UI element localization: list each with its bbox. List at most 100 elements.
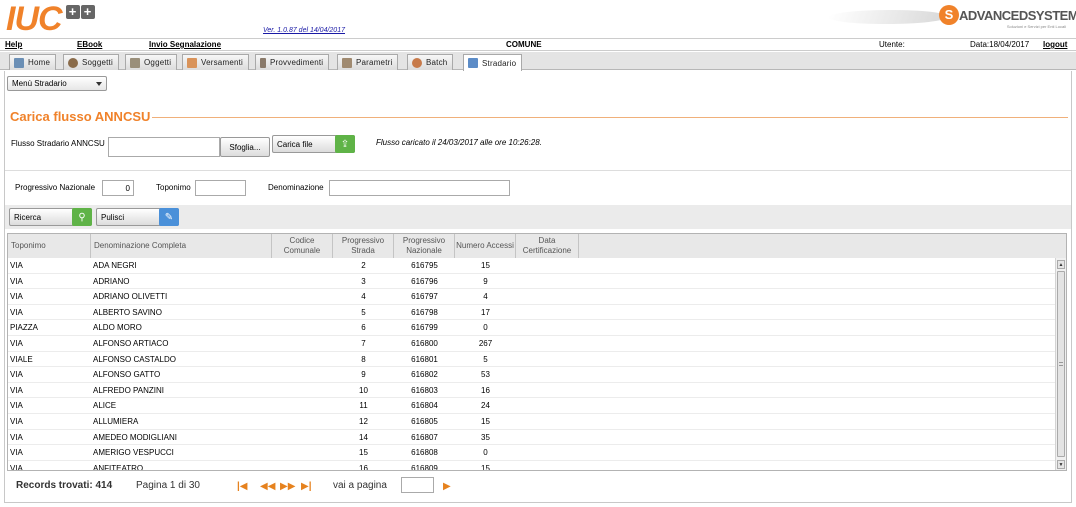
cell-progressivo-strada: 7 xyxy=(361,339,366,348)
tab-home[interactable]: Home xyxy=(9,54,57,70)
cell-numero-accessi: 17 xyxy=(481,307,490,317)
table-row[interactable]: VIA ANFITEATRO 16 616809 15 xyxy=(8,461,1056,470)
tab-label: Home xyxy=(28,58,51,67)
table-row[interactable]: VIA AMEDEO MODIGLIANI 14 616807 35 xyxy=(8,430,1056,446)
tab-soggetti[interactable]: Soggetti xyxy=(63,54,119,70)
cell-numero-accessi: 15 xyxy=(481,417,490,426)
toponimo-input[interactable] xyxy=(195,180,246,196)
column-header-numero-accessi[interactable]: Numero Accessi xyxy=(455,234,516,258)
column-header-denominazione[interactable]: Denominazione Completa xyxy=(91,234,272,258)
goto-page-input[interactable] xyxy=(401,477,434,493)
prev-page-icon[interactable]: ◀◀ xyxy=(260,481,275,492)
table-row[interactable]: VIA ALFONSO ARTIACO 7 616800 267 xyxy=(8,336,1056,352)
money-icon xyxy=(187,57,197,68)
cell-toponimo: VIA xyxy=(10,417,23,426)
table-row[interactable]: VIA AMERIGO VESPUCCI 15 616808 0 xyxy=(8,445,1056,461)
cell-toponimo: VIA xyxy=(10,401,23,411)
browse-label: Sfoglia... xyxy=(229,142,261,152)
tab-bar: Home Soggetti Oggetti Versamenti Provved… xyxy=(0,52,1076,71)
tab-label: Batch xyxy=(426,58,448,67)
person-icon xyxy=(68,57,78,68)
app-header: IUC + + Ver. 1.0.87 del 14/04/2017 S ADV… xyxy=(0,0,1076,38)
table-row[interactable]: PIAZZA ALDO MORO 6 616799 0 xyxy=(8,320,1056,336)
tab-versamenti[interactable]: Versamenti xyxy=(182,54,250,70)
column-header-codice[interactable]: Codice Comunale xyxy=(272,234,333,258)
cell-denominazione: ALFONSO CASTALDO xyxy=(93,354,176,364)
column-header-toponimo[interactable]: Toponimo xyxy=(8,234,91,258)
last-page-icon[interactable]: ▶| xyxy=(301,481,313,492)
scroll-down-icon[interactable]: ▼ xyxy=(1057,460,1065,469)
denominazione-input[interactable] xyxy=(329,180,510,196)
cell-numero-accessi: 15 xyxy=(481,261,490,270)
tab-label: Stradario xyxy=(482,58,517,68)
tab-batch[interactable]: Batch xyxy=(407,54,454,70)
column-header-data-certificazione[interactable]: Data Certificazione xyxy=(516,234,579,258)
tab-stradario[interactable]: Stradario xyxy=(463,54,523,71)
scroll-thumb[interactable] xyxy=(1057,271,1065,457)
column-header-progressivo-nazionale[interactable]: Progressivo Nazionale xyxy=(394,234,455,258)
table-row[interactable]: VIA ADRIANO 3 616796 9 xyxy=(8,274,1056,290)
scroll-up-icon[interactable]: ▲ xyxy=(1057,260,1065,269)
date-label: Data:18/04/2017 xyxy=(970,40,1030,49)
cell-progressivo-nazionale: 616805 xyxy=(411,417,438,426)
next-page-icon[interactable]: ▶▶ xyxy=(280,481,295,492)
pulisci-button[interactable]: Pulisci ✎ xyxy=(96,208,179,226)
table-row[interactable]: VIA ADRIANO OLIVETTI 4 616797 4 xyxy=(8,289,1056,305)
cell-numero-accessi: 0 xyxy=(483,448,488,458)
cell-toponimo: VIA xyxy=(10,292,23,302)
progressivo-input[interactable]: 0 xyxy=(102,180,134,196)
tab-oggetti[interactable]: Oggetti xyxy=(125,54,178,70)
browse-button[interactable]: Sfoglia... xyxy=(220,137,270,157)
brand-subtitle: Soluzioni e Servizi per Enti Locali xyxy=(1006,24,1066,29)
table-row[interactable]: VIA ALICE 11 616804 24 xyxy=(8,398,1056,414)
help-link[interactable]: Help xyxy=(5,40,22,49)
cell-toponimo: VIALE xyxy=(10,354,33,364)
table-row[interactable]: VIA ALBERTO SAVINO 5 616798 17 xyxy=(8,305,1056,321)
logout-link[interactable]: logout xyxy=(1043,40,1067,49)
table-row[interactable]: VIA ALFONSO GATTO 9 616802 53 xyxy=(8,367,1056,383)
first-page-icon[interactable]: |◀ xyxy=(237,481,249,492)
menu-stradario-select[interactable]: Menù Stradario xyxy=(7,76,107,91)
goto-label: vai a pagina xyxy=(333,480,387,491)
grid-vertical-scrollbar[interactable]: ▲ ▼ xyxy=(1055,258,1066,470)
column-header-progressivo-strada[interactable]: Progressivo Strada xyxy=(333,234,394,258)
carica-file-button[interactable]: Carica file ⇪ xyxy=(272,135,355,153)
cell-numero-accessi: 16 xyxy=(481,385,490,395)
tab-parametri[interactable]: Parametri xyxy=(337,54,399,70)
tab-provvedimenti[interactable]: Provvedimenti xyxy=(255,54,330,70)
cell-progressivo-nazionale: 616797 xyxy=(411,292,438,302)
goto-page-icon[interactable]: ▶ xyxy=(443,481,455,492)
section-divider xyxy=(152,117,1068,118)
cell-progressivo-strada: 15 xyxy=(359,448,368,458)
cell-progressivo-nazionale: 616798 xyxy=(411,307,438,317)
cell-progressivo-nazionale: 616795 xyxy=(411,261,438,270)
cell-toponimo: VIA xyxy=(10,448,23,458)
denominazione-label: Denominazione xyxy=(268,183,324,192)
section-title: Carica flusso ANNCSU xyxy=(10,109,151,124)
table-row[interactable]: VIA ADA NEGRI 2 616795 15 xyxy=(8,258,1056,274)
cell-numero-accessi: 0 xyxy=(483,323,488,333)
cell-progressivo-strada: 14 xyxy=(359,432,368,442)
cell-progressivo-strada: 11 xyxy=(359,401,368,411)
table-row[interactable]: VIA ALFREDO PANZINI 10 616803 16 xyxy=(8,383,1056,399)
version-link[interactable]: Ver. 1.0.87 del 14/04/2017 xyxy=(263,27,345,34)
ebook-link[interactable]: EBook xyxy=(77,40,102,49)
scroll-grip xyxy=(1059,362,1063,366)
cell-numero-accessi: 24 xyxy=(481,401,490,411)
invio-segnalazione-link[interactable]: Invio Segnalazione xyxy=(149,40,221,49)
cell-progressivo-nazionale: 616808 xyxy=(411,448,438,458)
cell-progressivo-nazionale: 616800 xyxy=(411,339,438,348)
cell-denominazione: ALFONSO GATTO xyxy=(93,370,161,380)
table-row[interactable]: VIA ALLUMIERA 12 616805 15 xyxy=(8,414,1056,430)
logo-plus-icon: + + xyxy=(65,5,95,19)
progressivo-label: Progressivo Nazionale xyxy=(15,183,96,192)
cell-progressivo-nazionale: 616801 xyxy=(411,354,438,364)
table-row[interactable]: VIALE ALFONSO CASTALDO 8 616801 5 xyxy=(8,352,1056,368)
page-indicator: Pagina 1 di 30 xyxy=(136,480,200,491)
logo-plus-2: + xyxy=(80,5,95,19)
carica-label: Carica file xyxy=(277,139,313,149)
stradario-grid: Toponimo Denominazione Completa Codice C… xyxy=(7,233,1067,471)
ricerca-button[interactable]: Ricerca ⚲ xyxy=(9,208,92,226)
file-path-input[interactable] xyxy=(108,137,220,157)
road-icon xyxy=(468,58,478,68)
